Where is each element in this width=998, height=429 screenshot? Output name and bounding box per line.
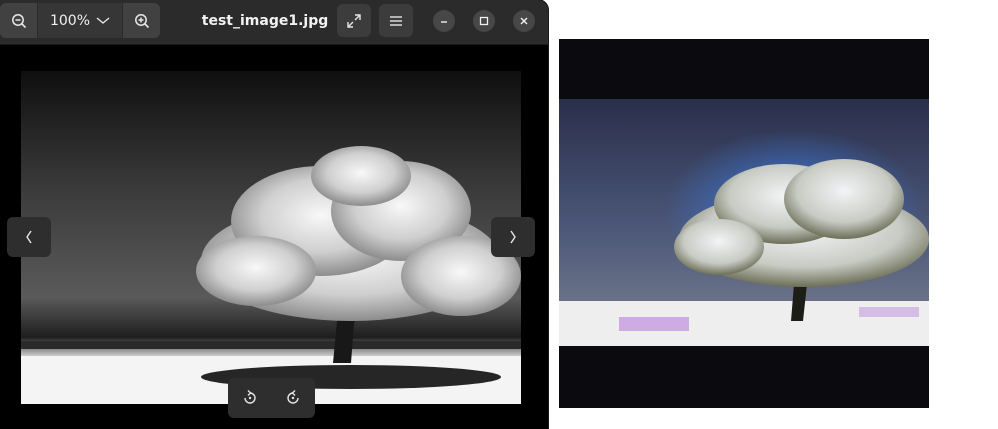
zoom-in-button[interactable] — [123, 3, 160, 38]
rotate-controls — [228, 378, 315, 418]
menu-button[interactable] — [379, 4, 413, 37]
rotate-left-button[interactable] — [235, 383, 265, 413]
chevron-down-icon — [96, 16, 110, 24]
fullscreen-icon — [347, 13, 361, 28]
close-icon — [520, 17, 528, 25]
close-button[interactable] — [513, 10, 535, 32]
displayed-image — [21, 71, 521, 404]
zoom-level-dropdown[interactable]: 100% — [37, 3, 123, 38]
maximize-button[interactable] — [473, 10, 495, 32]
chevron-right-icon — [510, 230, 516, 244]
chevron-left-icon — [26, 230, 32, 244]
zoom-level: 100% — [49, 12, 91, 29]
rotate-right-icon — [287, 390, 299, 404]
zoom-out-icon — [11, 13, 26, 28]
zoom-controls: 100% — [0, 3, 160, 38]
window-title: test_image1.jpg — [201, 13, 329, 29]
header-bar: 100% test_image1.jpg — [0, 0, 548, 45]
zoom-out-button[interactable] — [0, 3, 37, 38]
next-image-button[interactable] — [491, 217, 535, 257]
colorized-image — [559, 39, 929, 408]
minimize-icon — [441, 21, 447, 23]
fullscreen-button[interactable] — [337, 4, 371, 37]
zoom-in-icon — [134, 13, 149, 28]
menu-icon — [390, 15, 402, 26]
rotate-left-icon — [244, 390, 256, 404]
rotate-right-button[interactable] — [278, 383, 308, 413]
maximize-icon — [479, 16, 489, 26]
previous-image-button[interactable] — [7, 217, 51, 257]
image-viewer-window: 100% test_image1.jpg — [0, 0, 548, 429]
minimize-button[interactable] — [433, 10, 455, 32]
